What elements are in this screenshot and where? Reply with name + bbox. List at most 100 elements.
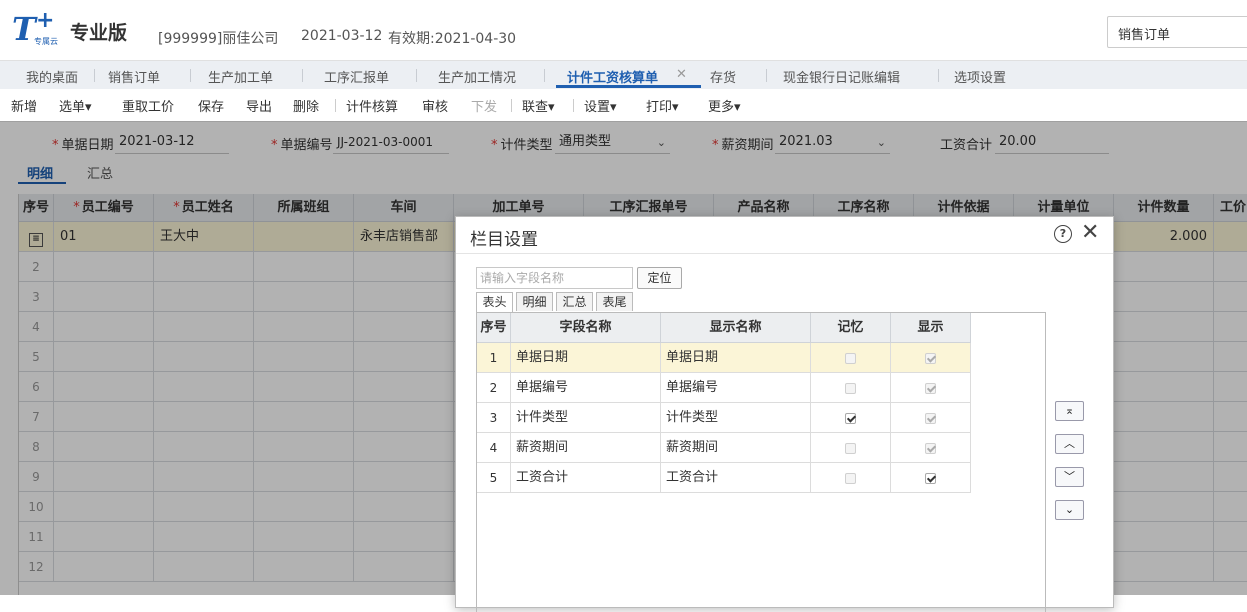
dialog-tab-header[interactable]: 表头 [476,292,513,312]
dcell-show [891,433,971,463]
memory-checkbox[interactable] [845,413,856,424]
dcell-no: 4 [477,433,511,463]
link-query-button[interactable]: 联查▾ [522,96,555,115]
close-icon[interactable]: ✕ [1081,220,1099,245]
tab-production-order[interactable]: 生产加工单 [208,67,273,86]
company-name: [999999]丽佳公司 [158,31,279,47]
select-button[interactable]: 选单▾ [59,96,92,115]
tab-inventory[interactable]: 存货 [710,67,736,86]
dcell-field: 单据日期 [511,343,661,373]
select-button-label: 选单 [59,100,86,115]
chevron-down-icon: ▾ [610,100,617,115]
tab-sales-order[interactable]: 销售订单 [108,67,160,86]
dialog-title: 栏目设置 [470,230,538,250]
chevron-down-icon: ▾ [734,100,741,115]
chevron-down-icon: ▾ [672,100,679,115]
show-checkbox[interactable] [925,443,936,454]
dcol-header-display: 显示名称 [661,313,811,343]
tab-divider [416,69,417,82]
move-up-button[interactable]: ︿ [1055,434,1084,454]
piecework-calc-button[interactable]: 计件核算 [346,96,398,115]
global-search-input[interactable]: 销售订单 [1107,16,1247,48]
tab-my-desktop[interactable]: 我的桌面 [26,67,78,86]
tab-options[interactable]: 选项设置 [954,67,1006,86]
dialog-tab-detail[interactable]: 明细 [516,292,553,311]
tab-divider [302,69,303,82]
toolbar-divider [573,99,574,112]
tab-production-status[interactable]: 生产加工情况 [438,67,516,86]
tab-close-icon[interactable]: ✕ [676,67,687,82]
memory-checkbox[interactable] [845,353,856,364]
locate-button[interactable]: 定位 [637,267,682,289]
dcell-memory [811,343,891,373]
dcell-display[interactable]: 计件类型 [661,403,811,433]
chevron-up-icon: ︿ [1064,437,1075,450]
show-checkbox[interactable] [925,353,936,364]
export-button[interactable]: 导出 [246,96,272,115]
move-bottom-button[interactable]: ⌄ [1055,500,1084,520]
tab-piecework-wage[interactable]: 计件工资核算单 [567,67,658,86]
save-button[interactable]: 保存 [198,96,224,115]
show-checkbox[interactable] [925,473,936,484]
chevron-down-icon: ﹀ [1064,470,1075,483]
dialog-tab-summary[interactable]: 汇总 [556,292,593,311]
logo-plus-icon: + [36,8,55,33]
dcell-show [891,463,971,493]
delete-button[interactable]: 删除 [293,96,319,115]
edition-label: 专业版 [70,22,128,44]
show-checkbox[interactable] [925,413,936,424]
dcell-display[interactable]: 单据编号 [661,373,811,403]
show-checkbox[interactable] [925,383,936,394]
dcell-field: 计件类型 [511,403,661,433]
dcell-display[interactable]: 薪资期间 [661,433,811,463]
dcell-display[interactable]: 工资合计 [661,463,811,493]
field-search-input[interactable] [476,267,633,289]
toolbar: 新增 选单▾ 重取工价 保存 导出 删除 计件核算 审核 下发 联查▾ 设置▾ … [0,89,1247,122]
dcell-show [891,343,971,373]
toolbar-divider [335,99,336,112]
dcol-header-field: 字段名称 [511,313,661,343]
dcell-no: 3 [477,403,511,433]
add-button[interactable]: 新增 [11,96,37,115]
memory-checkbox[interactable] [845,383,856,394]
chevron-double-up-icon: ⌅ [1064,404,1075,417]
tab-divider [190,69,191,82]
chevron-down-icon: ▾ [548,100,555,115]
dcell-no: 1 [477,343,511,373]
dialog-tab-footer[interactable]: 表尾 [596,292,633,311]
dcell-show [891,403,971,433]
refetch-price-button[interactable]: 重取工价 [122,96,174,115]
logo-subtitle: 专属云 [34,37,58,46]
settings-label: 设置 [584,100,611,115]
audit-button[interactable]: 审核 [422,96,448,115]
tab-process-report[interactable]: 工序汇报单 [324,67,389,86]
link-query-label: 联查 [522,100,549,115]
tab-divider [544,69,545,82]
memory-checkbox[interactable] [845,443,856,454]
tab-divider [938,69,939,82]
dcell-no: 5 [477,463,511,493]
dcol-header-show: 显示 [891,313,971,343]
app-header: T + 专属云 专业版 [999999]丽佳公司 2021-03-12 有效期:… [0,0,1247,60]
logo-letter: T [12,10,36,48]
settings-button[interactable]: 设置▾ [584,96,617,115]
print-button[interactable]: 打印▾ [646,96,679,115]
dcell-field: 薪资期间 [511,433,661,463]
tab-divider [766,69,767,82]
dcol-header-no: 序号 [477,313,511,343]
print-label: 打印 [646,100,673,115]
more-button[interactable]: 更多▾ [708,96,741,115]
help-icon[interactable]: ? [1054,225,1072,243]
dcell-memory [811,403,891,433]
move-down-button[interactable]: ﹀ [1055,467,1084,487]
push-button[interactable]: 下发 [471,96,497,115]
memory-checkbox[interactable] [845,473,856,484]
dcol-header-memory: 记忆 [811,313,891,343]
move-top-button[interactable]: ⌅ [1055,401,1084,421]
dcell-field: 工资合计 [511,463,661,493]
dcell-display[interactable]: 单据日期 [661,343,811,373]
dialog-divider [456,253,1113,254]
validity-date: 有效期:2021-04-30 [388,31,517,47]
dcell-field: 单据编号 [511,373,661,403]
tab-cash-journal[interactable]: 现金银行日记账编辑 [783,67,900,86]
